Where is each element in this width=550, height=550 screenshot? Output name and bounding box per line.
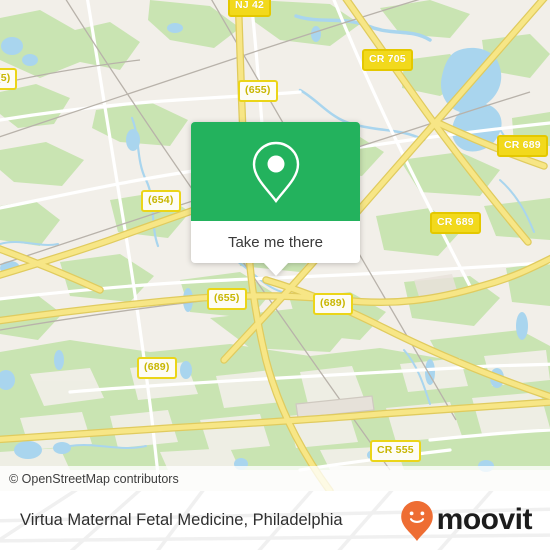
map-attribution-bar: © OpenStreetMap contributors [0, 466, 550, 491]
road-shield: CR 555 [370, 440, 421, 462]
road-shield: NJ 42 [228, 0, 272, 17]
popup-tail-pointer [263, 262, 289, 276]
road-shield: (689) [137, 357, 177, 379]
road-shield: (655) [238, 80, 278, 102]
take-me-there-label: Take me there [227, 233, 324, 251]
road-shield: CR 689 [430, 212, 481, 234]
moovit-pin-smile-icon [400, 500, 433, 541]
footer-bar: Virtua Maternal Fetal Medicine, Philadel… [0, 491, 550, 550]
map-canvas[interactable]: NJ 42 CR 705 (655) (5) CR 689 (654) CR 689 (655… [0, 0, 550, 491]
road-shield: CR 689 [497, 135, 548, 157]
moovit-wordmark: moovit [436, 503, 533, 536]
road-shield: (689) [313, 293, 353, 315]
road-shield: (655) [207, 288, 247, 310]
road-shield: (5) [0, 68, 18, 90]
attribution-text[interactable]: © OpenStreetMap contributors [0, 472, 179, 486]
place-popup-card[interactable]: Take me there [191, 122, 360, 276]
road-shield: CR 705 [362, 49, 413, 71]
map-pin-icon [252, 141, 299, 203]
place-title: Virtua Maternal Fetal Medicine, Philadel… [20, 491, 343, 550]
road-shield: (654) [141, 190, 181, 212]
take-me-there-button[interactable]: Take me there [191, 221, 360, 263]
moovit-place-card: NJ 42 CR 705 (655) (5) CR 689 (654) CR 689 (655… [0, 0, 550, 550]
place-title-text: Virtua Maternal Fetal Medicine, Philadel… [20, 511, 343, 529]
popup-icon-area [191, 122, 360, 221]
moovit-logo[interactable]: moovit [400, 491, 533, 550]
